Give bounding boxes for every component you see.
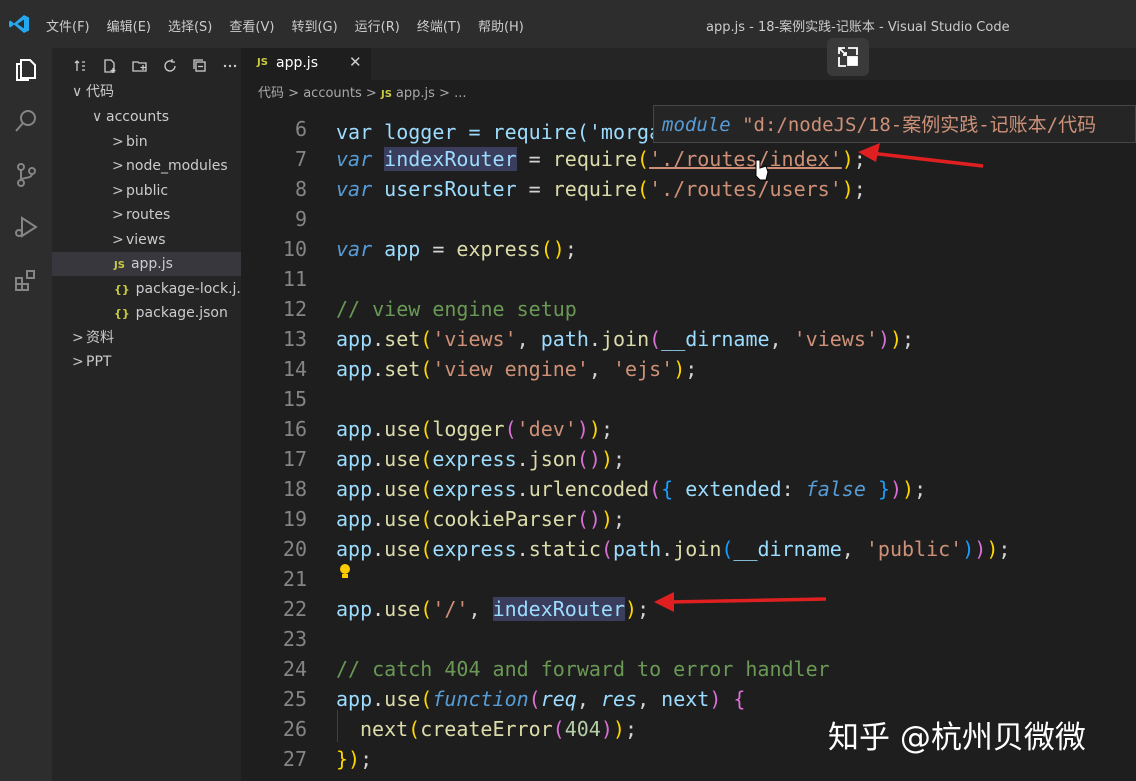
mouse-cursor-icon: [755, 159, 769, 181]
watermark-text: 知乎 @杭州贝微微: [828, 720, 1086, 756]
lightbulb-icon[interactable]: [340, 564, 350, 578]
annotation-arrow-icon: [858, 143, 984, 168]
annotation-overlay: [340, 143, 984, 612]
annotation-arrow-icon: [654, 592, 827, 612]
